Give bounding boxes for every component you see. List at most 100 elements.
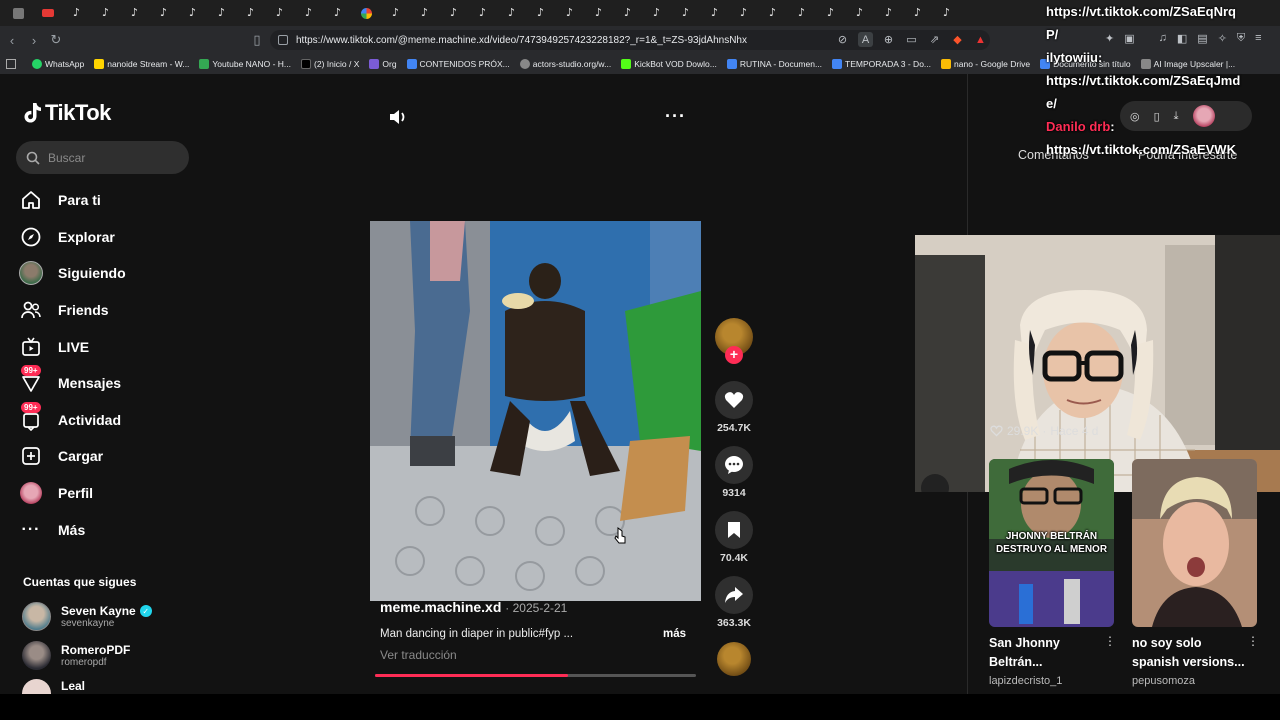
volume-icon[interactable] bbox=[388, 108, 408, 126]
bookmark-item[interactable]: TEMPORADA 3 - Do... bbox=[832, 59, 931, 69]
no-tracking-icon[interactable]: ⊘ bbox=[835, 32, 850, 47]
suggested-video-card[interactable]: JHONNY BELTRÁN DESTRUYO AL MENOR bbox=[989, 459, 1114, 627]
sidebar-item-mas[interactable]: ··· Más bbox=[18, 511, 126, 548]
screen-icon[interactable]: ▭ bbox=[904, 32, 919, 47]
search-input[interactable]: Buscar bbox=[16, 141, 189, 174]
bookmark-item[interactable]: KickBot VOD Dowlo... bbox=[621, 59, 717, 69]
tab-tiktok[interactable]: ♪ bbox=[207, 0, 236, 26]
tab-tiktok[interactable]: ♪ bbox=[120, 0, 149, 26]
avatar bbox=[22, 602, 51, 631]
tab-tiktok[interactable]: ♪ bbox=[584, 0, 613, 26]
video-progress-bar[interactable] bbox=[375, 674, 696, 677]
sidebar-item-para-ti[interactable]: Para ti bbox=[18, 182, 126, 219]
tab-youtube[interactable] bbox=[33, 0, 62, 26]
share-icon[interactable]: ⇗ bbox=[927, 32, 942, 47]
bookmark-item[interactable]: RUTINA - Documen... bbox=[726, 59, 822, 69]
tab-tiktok[interactable]: ♪ bbox=[91, 0, 120, 26]
apps-grid-icon[interactable] bbox=[6, 59, 16, 69]
bookmark-item[interactable]: Org bbox=[369, 59, 397, 69]
comment-button[interactable]: 9314 bbox=[714, 446, 754, 499]
sidebar-item-cargar[interactable]: Cargar bbox=[18, 438, 126, 475]
tab-tiktok[interactable]: ♪ bbox=[62, 0, 91, 26]
avatar bbox=[22, 641, 51, 670]
sidebar-item-live[interactable]: LIVE bbox=[18, 328, 126, 365]
video-player[interactable] bbox=[370, 221, 701, 601]
following-account[interactable]: RomeroPDF romeropdf bbox=[22, 641, 130, 670]
site-info-icon[interactable] bbox=[278, 35, 288, 45]
heart-outline-icon bbox=[990, 425, 1003, 437]
tab-tiktok[interactable]: ♪ bbox=[468, 0, 497, 26]
tab-tiktok[interactable]: ♪ bbox=[816, 0, 845, 26]
more-button[interactable]: más bbox=[663, 628, 686, 640]
card-more-icon[interactable]: ⋮ bbox=[1104, 634, 1116, 648]
bookmark-item[interactable]: nanoide Stream - W... bbox=[94, 59, 189, 69]
tab-mute[interactable] bbox=[4, 0, 33, 26]
forward-icon[interactable]: › bbox=[24, 30, 44, 50]
more-options-icon[interactable]: ··· bbox=[665, 106, 686, 127]
tab-tiktok[interactable]: ♪ bbox=[323, 0, 352, 26]
tab-tiktok[interactable]: ♪ bbox=[903, 0, 932, 26]
tab-tiktok[interactable]: ♪ bbox=[178, 0, 207, 26]
back-icon[interactable]: ‹ bbox=[2, 30, 22, 50]
tab-tiktok[interactable]: ♪ bbox=[932, 0, 961, 26]
tab-tiktok[interactable]: ♪ bbox=[265, 0, 294, 26]
tab-google[interactable] bbox=[352, 0, 381, 26]
reload-icon[interactable]: ↻ bbox=[46, 30, 66, 50]
brave-rewards-icon[interactable]: ▲ bbox=[973, 32, 988, 47]
tab-tiktok[interactable]: ♪ bbox=[729, 0, 758, 26]
tab-tiktok[interactable]: ♪ bbox=[874, 0, 903, 26]
bookmark-item[interactable]: nano - Google Drive bbox=[941, 59, 1030, 69]
bookmark-item[interactable]: (2) Inicio / X bbox=[301, 59, 359, 69]
sidebar-item-label: Explorar bbox=[58, 228, 115, 245]
zoom-icon[interactable]: ⊕ bbox=[881, 32, 896, 47]
tiktok-icon: ♪ bbox=[420, 6, 429, 19]
like-button[interactable]: 254.7K bbox=[714, 381, 754, 434]
tab-tiktok[interactable]: ♪ bbox=[497, 0, 526, 26]
suggested-video-card[interactable] bbox=[1132, 459, 1257, 627]
sidebar-item-perfil[interactable]: Perfil bbox=[18, 475, 126, 512]
sidebar-item-actividad[interactable]: 99+ Actividad bbox=[18, 401, 126, 439]
tab-tiktok[interactable]: ♪ bbox=[526, 0, 555, 26]
suggested-video-user[interactable]: pepusomoza bbox=[1132, 675, 1195, 687]
bookmark-item[interactable]: CONTENIDOS PRÓX... bbox=[406, 59, 510, 69]
video-likes-row: 29.9K · Hace 4 d bbox=[990, 424, 1098, 438]
sidebar-item-siguiendo[interactable]: Siguiendo bbox=[18, 255, 126, 292]
tab-tiktok[interactable]: ♪ bbox=[381, 0, 410, 26]
bookmark-item[interactable]: actors-studio.org/w... bbox=[519, 59, 611, 69]
follow-plus-icon[interactable]: + bbox=[725, 346, 743, 364]
tab-tiktok[interactable]: ♪ bbox=[845, 0, 874, 26]
tab-tiktok[interactable]: ♪ bbox=[294, 0, 323, 26]
tab-tiktok[interactable]: ♪ bbox=[555, 0, 584, 26]
video-author[interactable]: meme.machine.xd · 2025-2-21 bbox=[380, 599, 567, 615]
tab-tiktok[interactable]: ♪ bbox=[642, 0, 671, 26]
card-more-icon[interactable]: ⋮ bbox=[1247, 634, 1259, 648]
tab-tiktok[interactable]: ♪ bbox=[236, 0, 265, 26]
bookmark-item[interactable]: WhatsApp bbox=[32, 59, 84, 69]
following-account[interactable]: Leal bbox=[22, 679, 85, 694]
tab-tiktok[interactable]: ♪ bbox=[613, 0, 642, 26]
tiktok-logo[interactable]: TikTok bbox=[22, 100, 111, 126]
translate-icon[interactable]: A bbox=[858, 32, 873, 47]
bookmark-item[interactable]: Youtube NANO - H... bbox=[199, 59, 291, 69]
tab-tiktok[interactable]: ♪ bbox=[410, 0, 439, 26]
tab-tiktok[interactable]: ♪ bbox=[439, 0, 468, 26]
suggested-video-title[interactable]: San Jhonny Beltrán... bbox=[989, 634, 1104, 672]
bookmark-page-icon[interactable]: ▯ bbox=[247, 30, 267, 50]
sidebar-item-friends[interactable]: Friends bbox=[18, 292, 126, 329]
share-button[interactable]: 363.3K bbox=[714, 576, 754, 629]
tab-tiktok[interactable]: ♪ bbox=[700, 0, 729, 26]
brave-shield-icon[interactable]: ◆ bbox=[950, 32, 965, 47]
sound-disc-button[interactable] bbox=[714, 642, 754, 676]
tab-tiktok[interactable]: ♪ bbox=[787, 0, 816, 26]
following-account[interactable]: Seven Kayne ✓ sevenkayne bbox=[22, 602, 152, 631]
save-button[interactable]: 70.4K bbox=[714, 511, 754, 564]
suggested-video-title[interactable]: no soy solo spanish versions... bbox=[1132, 634, 1247, 672]
suggested-video-user[interactable]: lapizdecristo_1 bbox=[989, 675, 1062, 687]
sidebar-item-mensajes[interactable]: 99+ Mensajes bbox=[18, 365, 126, 402]
tab-tiktok[interactable]: ♪ bbox=[758, 0, 787, 26]
author-avatar-button[interactable]: + bbox=[714, 318, 754, 364]
sidebar-item-explorar[interactable]: Explorar bbox=[18, 219, 126, 256]
tab-tiktok[interactable]: ♪ bbox=[671, 0, 700, 26]
tab-tiktok[interactable]: ♪ bbox=[149, 0, 178, 26]
translate-link[interactable]: Ver traducción bbox=[380, 648, 457, 662]
